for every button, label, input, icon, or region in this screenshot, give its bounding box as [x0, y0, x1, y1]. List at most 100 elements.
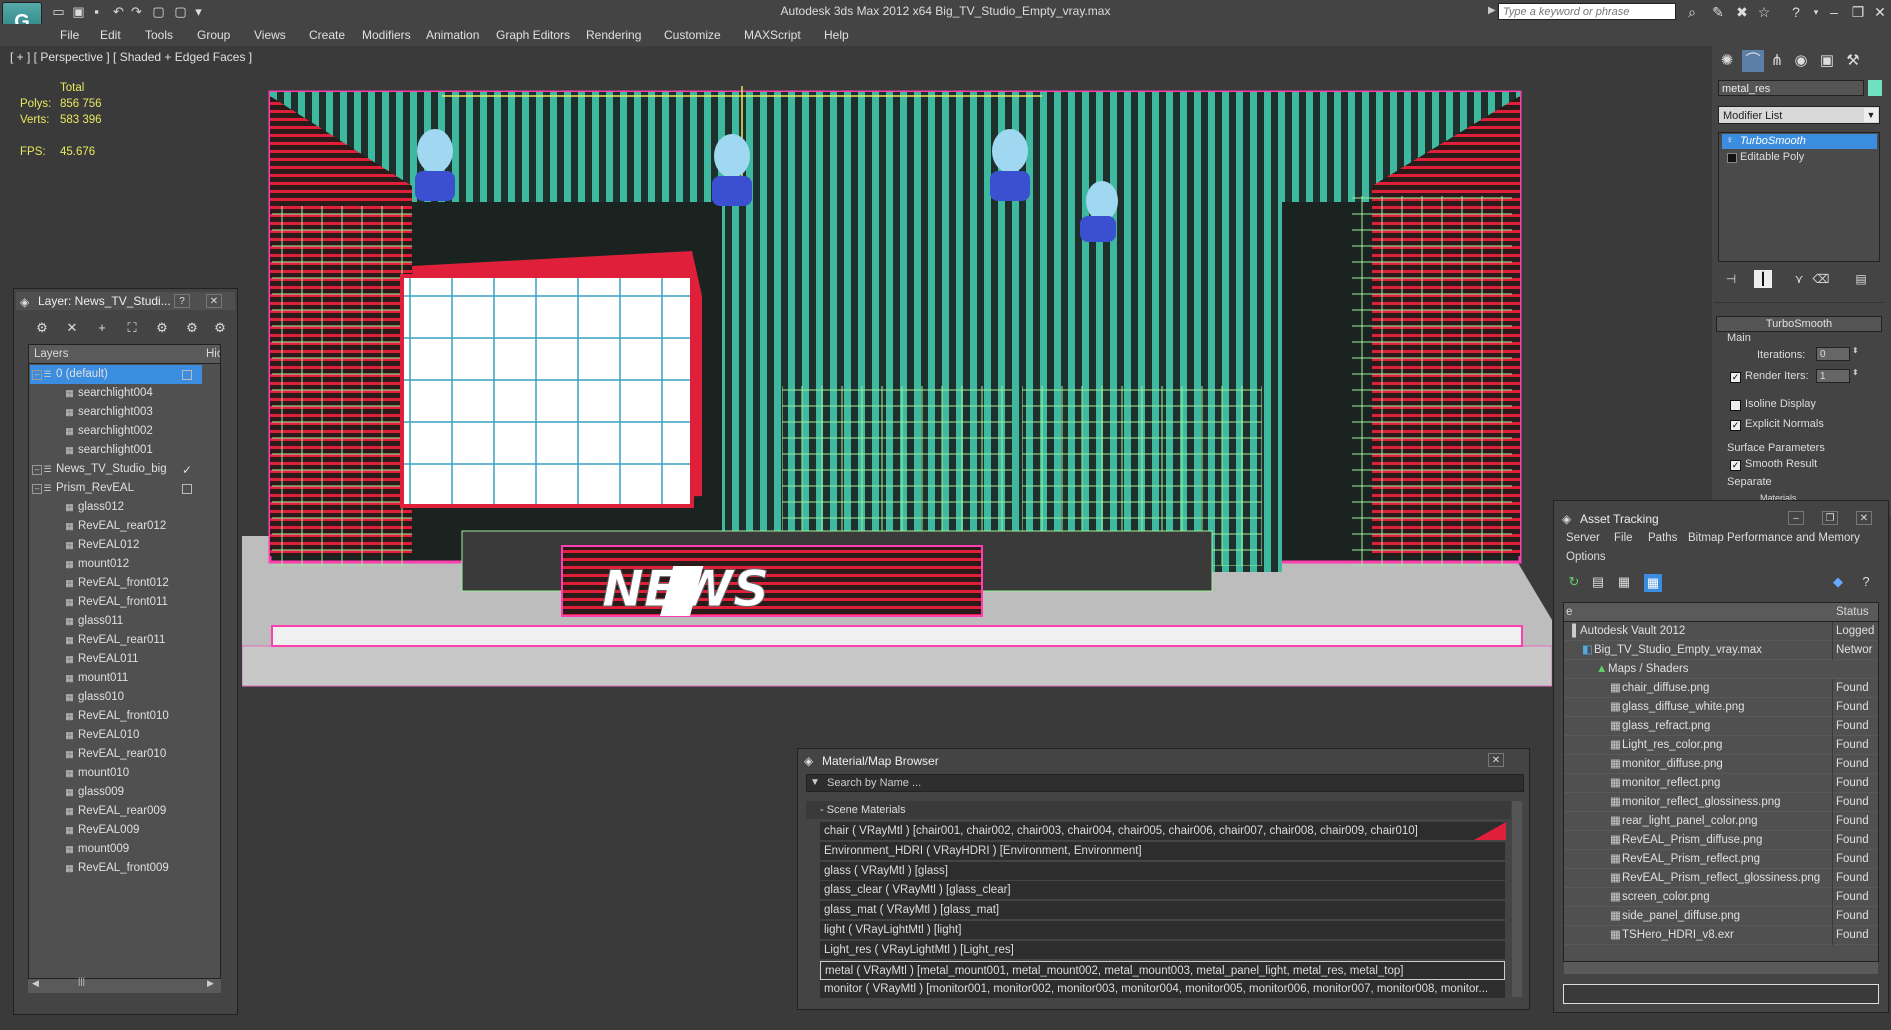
menu-customize[interactable]: Customize: [664, 28, 721, 42]
asset-menu-bitmap-performance[interactable]: Bitmap Performance and Memory: [1688, 532, 1860, 544]
layer-row[interactable]: ▦ RevEAL_rear011: [30, 631, 224, 650]
set-current-layer-icon[interactable]: ⚙: [152, 318, 172, 338]
layer-row[interactable]: ▦ searchlight001: [30, 441, 224, 460]
layer-row[interactable]: ▦ searchlight003: [30, 403, 224, 422]
material-search-input[interactable]: Search by Name ...: [806, 774, 1524, 792]
render-iters-checkbox[interactable]: ✓: [1730, 372, 1741, 383]
layer-row[interactable]: ▦ RevEAL011: [30, 650, 224, 669]
layer-row[interactable]: ▦ glass012: [30, 498, 224, 517]
layer-row[interactable]: ▦ RevEAL_rear012: [30, 517, 224, 536]
asset-row[interactable]: ▦ monitor_reflect_glossiness.png Found: [1564, 793, 1878, 812]
asset-row[interactable]: ▐ Autodesk Vault 2012 Logged: [1564, 622, 1878, 641]
scroll-thumb-icon[interactable]: |||: [78, 976, 85, 986]
layer-close-button[interactable]: ✕: [206, 294, 222, 308]
render-iters-spinner[interactable]: 1: [1816, 369, 1850, 383]
asset-row[interactable]: ▦ RevEAL_Prism_reflect.png Found: [1564, 850, 1878, 869]
delete-layer-icon[interactable]: ✕: [62, 318, 82, 338]
menu-help[interactable]: Help: [824, 28, 849, 42]
lightbulb-icon[interactable]: ♀: [1726, 136, 1736, 146]
isoline-display-checkbox[interactable]: [1730, 400, 1741, 411]
smooth-result-checkbox[interactable]: ✓: [1730, 460, 1741, 471]
layer-row[interactable]: ▦ mount009: [30, 840, 224, 859]
material-row[interactable]: metal ( VRayMtl ) [metal_mount001, metal…: [820, 960, 1505, 980]
layer-row[interactable]: ▦ glass009: [30, 783, 224, 802]
menu-edit[interactable]: Edit: [100, 28, 121, 42]
iterations-spinner[interactable]: 0: [1816, 347, 1850, 361]
layer-row[interactable]: ▦ mount010: [30, 764, 224, 783]
asset-row[interactable]: ▦ screen_color.png Found: [1564, 888, 1878, 907]
utilities-tab-icon[interactable]: ⚒: [1842, 50, 1864, 72]
asset-row[interactable]: ▦ rear_light_panel_color.png Found: [1564, 812, 1878, 831]
object-color-swatch[interactable]: [1868, 80, 1882, 96]
binoculars-icon[interactable]: ⌕: [1682, 3, 1702, 21]
layer-help-button[interactable]: ?: [174, 294, 190, 308]
minimize-icon[interactable]: –: [1824, 3, 1844, 21]
layer-row[interactable]: ▦ RevEAL_front012: [30, 574, 224, 593]
asset-row[interactable]: ◧ Big_TV_Studio_Empty_vray.max Networ: [1564, 641, 1878, 660]
layer-row[interactable]: ▦ RevEAL_rear009: [30, 802, 224, 821]
modify-tab-icon[interactable]: ⌒: [1742, 50, 1764, 72]
collapse-icon[interactable]: –: [32, 370, 42, 380]
help-icon[interactable]: ?: [1786, 3, 1806, 21]
asset-row[interactable]: ▲ Maps / Shaders: [1564, 660, 1878, 679]
layer-row[interactable]: ▦ RevEAL_front010: [30, 707, 224, 726]
asset-restore-button[interactable]: ❐: [1822, 511, 1838, 525]
vault-icon[interactable]: ◆: [1830, 574, 1846, 590]
help-dropdown-icon[interactable]: ▾: [1806, 3, 1826, 21]
menu-views[interactable]: Views: [254, 28, 286, 42]
stack-item-editable-poly[interactable]: Editable Poly: [1722, 150, 1877, 165]
menu-tools[interactable]: Tools: [145, 28, 173, 42]
layer-row[interactable]: ▦ glass011: [30, 612, 224, 631]
asset-close-button[interactable]: ✕: [1856, 511, 1872, 525]
hide-all-layers-icon[interactable]: ⚙: [182, 318, 202, 338]
spinner-arrows-icon[interactable]: ⬍: [1852, 346, 1859, 355]
modifier-list-dropdown[interactable]: Modifier List: [1718, 106, 1880, 124]
display-tab-icon[interactable]: ▣: [1816, 50, 1838, 72]
asset-minimize-button[interactable]: –: [1788, 511, 1804, 525]
explicit-normals-checkbox[interactable]: ✓: [1730, 420, 1741, 431]
search-input[interactable]: Type a keyword or phrase: [1498, 3, 1676, 20]
material-row[interactable]: glass_clear ( VRayMtl ) [glass_clear]: [820, 881, 1505, 901]
asset-row[interactable]: ▦ glass_diffuse_white.png Found: [1564, 698, 1878, 717]
layer-hide-toggle[interactable]: [182, 484, 192, 494]
layer-row[interactable]: ☰ 0 (default): [30, 365, 202, 384]
material-row[interactable]: monitor ( VRayMtl ) [monitor001, monitor…: [820, 980, 1505, 1000]
stack-item-turbosmooth[interactable]: TurboSmooth: [1722, 134, 1877, 149]
search-expand-icon[interactable]: ▶: [1488, 5, 1496, 16]
rollout-turbosmooth[interactable]: TurboSmooth: [1716, 316, 1882, 332]
menu-modifiers[interactable]: Modifiers: [362, 28, 411, 42]
chevron-down-icon[interactable]: ▼: [1864, 108, 1878, 122]
layer-row[interactable]: ▦ mount012: [30, 555, 224, 574]
menu-create[interactable]: Create: [309, 28, 345, 42]
restore-icon[interactable]: ❐: [1848, 3, 1868, 21]
refresh-icon[interactable]: ↻: [1566, 574, 1582, 590]
layer-window-titlebar[interactable]: ◈ Layer: News_TV_Studi...: [16, 292, 235, 310]
material-browser-close-button[interactable]: ✕: [1488, 753, 1504, 767]
scroll-left-icon[interactable]: ◀: [32, 978, 39, 989]
column-header-hide[interactable]: Hic: [206, 348, 220, 360]
expand-box-icon[interactable]: [1727, 153, 1737, 163]
viewport-label[interactable]: [ + ] [ Perspective ] [ Shaded + Edged F…: [10, 50, 252, 64]
create-tab-icon[interactable]: ✺: [1716, 50, 1738, 72]
asset-table-scrollbar[interactable]: [1564, 962, 1878, 974]
motion-tab-icon[interactable]: ◉: [1790, 50, 1812, 72]
layer-row[interactable]: ▦ RevEAL_front011: [30, 593, 224, 612]
material-row[interactable]: Environment_HDRI ( VRayHDRI ) [Environme…: [820, 841, 1505, 861]
collapse-icon[interactable]: –: [32, 484, 42, 494]
subscription-icon[interactable]: ✎: [1708, 3, 1728, 21]
menu-maxscript[interactable]: MAXScript: [744, 28, 801, 42]
asset-row[interactable]: ▦ monitor_diffuse.png Found: [1564, 755, 1878, 774]
menu-file[interactable]: File: [60, 28, 79, 42]
configure-sets-icon[interactable]: ▤: [1852, 270, 1870, 288]
material-row[interactable]: Light_res ( VRayLightMtl ) [Light_res]: [820, 940, 1505, 960]
asset-menu-file[interactable]: File: [1614, 532, 1633, 544]
asset-row[interactable]: ▦ side_panel_diffuse.png Found: [1564, 907, 1878, 926]
select-in-layer-icon[interactable]: ⛶: [122, 318, 142, 338]
remove-modifier-icon[interactable]: ⌫: [1812, 270, 1830, 288]
material-row[interactable]: glass ( VRayMtl ) [glass]: [820, 861, 1505, 881]
layer-row[interactable]: ▦ RevEAL010: [30, 726, 224, 745]
grid-view-icon[interactable]: ▦: [1644, 574, 1662, 592]
collapse-icon[interactable]: –: [32, 465, 42, 475]
favorites-star-icon[interactable]: ☆: [1754, 3, 1774, 21]
make-unique-icon[interactable]: ⋎: [1790, 270, 1808, 288]
